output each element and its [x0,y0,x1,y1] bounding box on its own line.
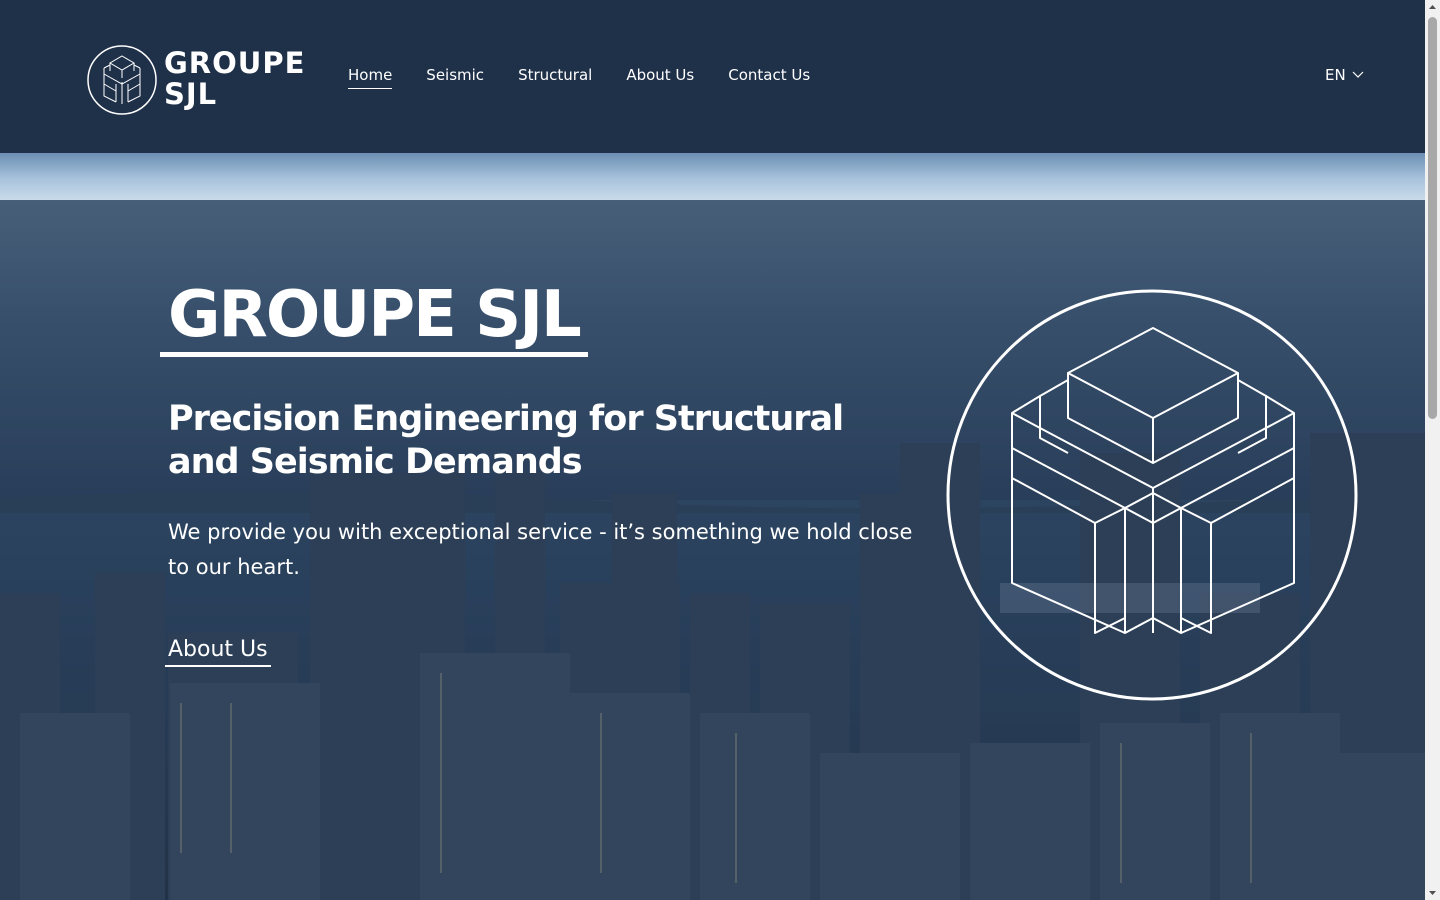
building-cube-logo-icon [946,289,1358,701]
language-label: EN [1325,66,1346,84]
hero-description: We provide you with exceptional service … [168,520,913,579]
nav-contact-us[interactable]: Contact Us [728,65,810,89]
scroll-up-arrow-icon[interactable] [1425,0,1440,15]
page-scrollbar[interactable] [1425,0,1440,900]
hero-title: GROUPE SJL [160,278,588,357]
hero-section: GROUPE SJL Precision Engineering for Str… [0,153,1425,900]
nav-about-us[interactable]: About Us [626,65,694,89]
nav-seismic[interactable]: Seismic [426,65,484,89]
logo-text-line2: SJL [164,77,218,111]
logo-text-line1: GROUPE [164,46,306,80]
nav-structural[interactable]: Structural [518,65,592,89]
language-selector[interactable]: EN [1325,65,1364,85]
nav-home[interactable]: Home [348,65,393,89]
chevron-down-icon [1352,71,1364,78]
scrollbar-thumb[interactable] [1428,17,1437,419]
about-us-link[interactable]: About Us [165,636,271,667]
main-nav: Home Seismic Structural About Us Contact… [348,65,844,89]
scroll-down-arrow-icon[interactable] [1425,885,1440,900]
logo-text[interactable]: GROUPE SJL [164,48,305,110]
site-header: GROUPE SJL Home Seismic Structural About… [0,0,1425,153]
hero-subtitle: Precision Engineering for Structural and… [168,399,844,482]
